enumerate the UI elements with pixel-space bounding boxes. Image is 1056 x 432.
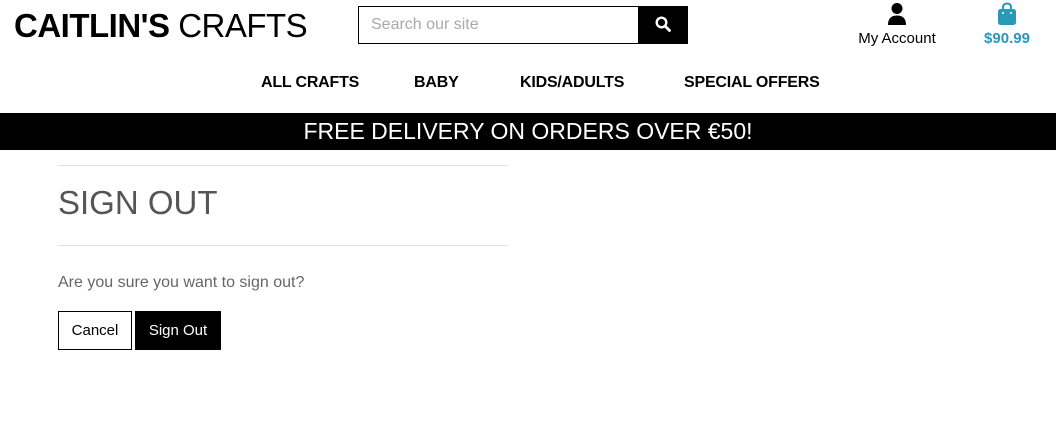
user-icon [852, 2, 942, 26]
divider-bottom [58, 245, 508, 246]
cancel-button[interactable]: Cancel [58, 311, 132, 350]
shopping-bag-icon [976, 2, 1038, 26]
search-icon [655, 15, 671, 35]
nav-item-all-crafts[interactable]: ALL CRAFTS [261, 74, 359, 92]
nav-item-special-offers[interactable]: SPECIAL OFFERS [684, 74, 820, 92]
my-account-label: My Account [858, 30, 936, 47]
search-form [358, 6, 688, 44]
logo-light-text: CRAFTS [178, 7, 308, 44]
button-group: Cancel Sign Out [58, 311, 508, 350]
search-button[interactable] [638, 6, 688, 44]
main-nav: ALL CRAFTS BABY KIDS/ADULTS SPECIAL OFFE… [0, 74, 1056, 98]
logo-bold-text: CAITLIN'S [14, 7, 170, 44]
delivery-banner: FREE DELIVERY ON ORDERS OVER €50! [0, 113, 1056, 150]
page-title: SIGN OUT [58, 184, 218, 221]
my-account-link[interactable]: My Account [852, 2, 942, 47]
cart-link[interactable]: $90.99 [976, 2, 1038, 47]
sign-out-button[interactable]: Sign Out [135, 311, 221, 350]
delivery-banner-text: FREE DELIVERY ON ORDERS OVER €50! [303, 118, 753, 144]
site-logo[interactable]: CAITLIN'S CRAFTS [14, 6, 308, 46]
sign-out-question: Are you sure you want to sign out? [58, 274, 305, 291]
divider-top [58, 165, 508, 166]
nav-item-baby[interactable]: BABY [414, 74, 459, 92]
nav-item-kids-adults[interactable]: KIDS/ADULTS [520, 74, 624, 92]
cart-total: $90.99 [984, 30, 1030, 47]
search-input[interactable] [358, 6, 638, 44]
sign-out-panel: SIGN OUT Are you sure you want to sign o… [58, 165, 508, 350]
